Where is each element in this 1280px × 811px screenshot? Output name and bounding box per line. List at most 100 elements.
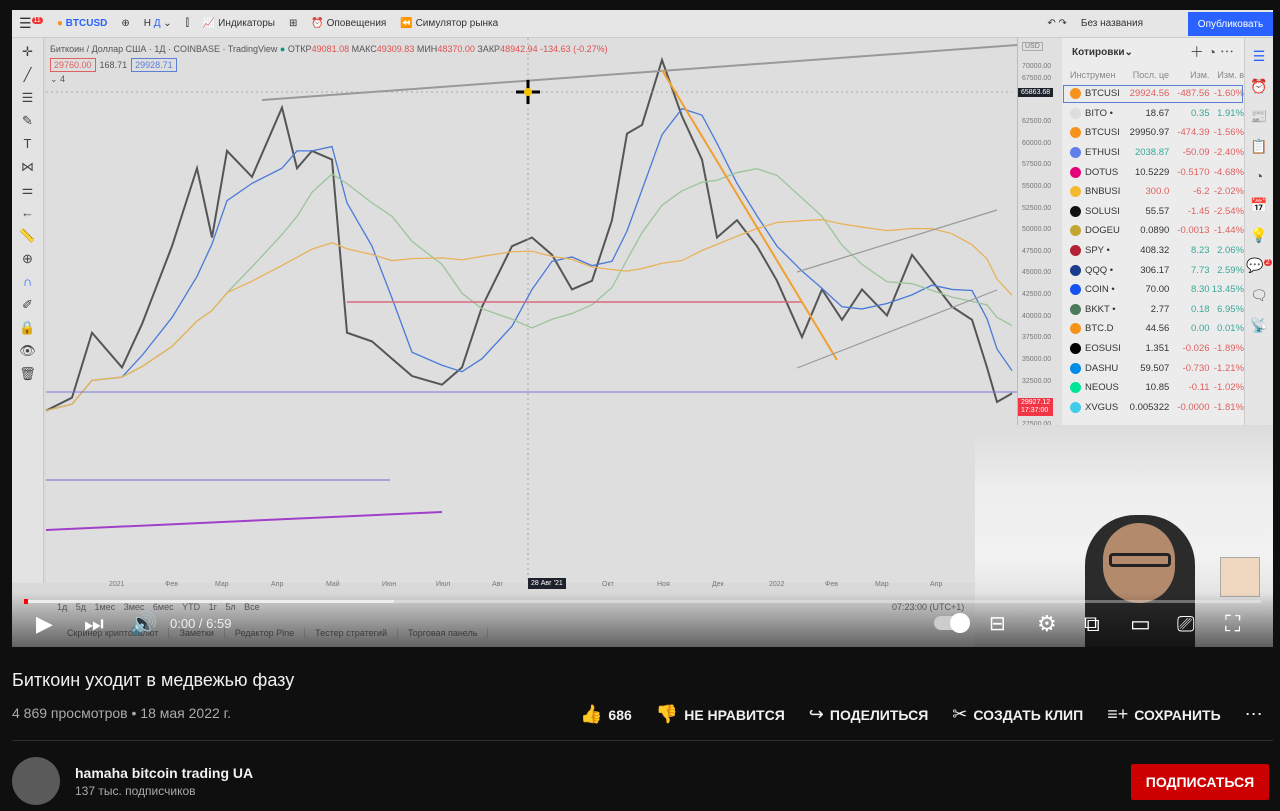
time-tick: Фев bbox=[165, 581, 178, 588]
settings-icon[interactable]: ⚙ bbox=[1037, 612, 1057, 636]
streams-icon[interactable]: 📡 bbox=[1250, 317, 1267, 334]
subscribe-button[interactable]: ПОДПИСАТЬСЯ bbox=[1131, 764, 1269, 800]
last-price: 59.507 bbox=[1140, 362, 1170, 374]
timezone[interactable]: 07:23:00 (UTC+1) bbox=[892, 602, 964, 612]
watchlist-row[interactable]: BTCUSI 29950.97 -474.39 -1.56% bbox=[1062, 123, 1244, 143]
more-button[interactable]: ⋯ bbox=[1245, 704, 1263, 725]
watchlist-row[interactable]: DASHU 59.507 -0.730 -1.21% bbox=[1062, 358, 1244, 378]
symbol: COIN • bbox=[1085, 284, 1115, 296]
sell-price[interactable]: 29760.00 bbox=[50, 58, 96, 72]
next-icon[interactable]: ⏭ bbox=[84, 612, 104, 636]
price-chart[interactable] bbox=[12, 10, 1017, 585]
save-button[interactable]: ≡+ СОХРАНИТЬ bbox=[1107, 704, 1220, 725]
change: -487.56 bbox=[1177, 88, 1210, 100]
watchlist-row[interactable]: BTC.D 44.56 0.00 0.01% bbox=[1062, 319, 1244, 339]
watchlist-column-header[interactable]: Изм. bbox=[1169, 70, 1209, 80]
change: 8.30 bbox=[1191, 284, 1210, 296]
watchlist-row[interactable]: SPY • 408.32 8.23 2.06% bbox=[1062, 241, 1244, 261]
cast-icon[interactable]: ⎚ bbox=[1177, 612, 1195, 636]
watchlist-row[interactable]: NEOUS 10.85 -0.11 -1.02% bbox=[1062, 378, 1244, 398]
last-price-label: 29927.12 17:37:00 bbox=[1018, 397, 1054, 416]
alarm-icon[interactable]: ⏰ bbox=[1250, 78, 1267, 95]
watchlist-row[interactable]: BTCUSI 29924.56 -487.56 -1.60% bbox=[1062, 84, 1244, 104]
undo-icon[interactable]: ↶ ↷ bbox=[1047, 18, 1067, 29]
chat-icon[interactable]: 💬 2 bbox=[1246, 257, 1272, 274]
symbol-logo-icon bbox=[1070, 323, 1081, 335]
share-button[interactable]: ↪ ПОДЕЛИТЬСЯ bbox=[809, 704, 929, 725]
change: 0.35 bbox=[1191, 107, 1210, 119]
watchlist-row[interactable]: DOTUS 10.5229 -0.5170 -4.68% bbox=[1062, 162, 1244, 182]
watchlist-row[interactable]: ETHUSI 2038.87 -50.09 -2.40% bbox=[1062, 143, 1244, 163]
playlist-add-icon: ≡+ bbox=[1107, 704, 1129, 724]
last-price: 0.005322 bbox=[1129, 401, 1170, 413]
layout-name[interactable]: Без названия bbox=[1081, 18, 1143, 29]
watchlist-row[interactable]: DOGEU 0.0890 -0.0013 -1.44% bbox=[1062, 221, 1244, 241]
watchlist-title[interactable]: Котировки bbox=[1072, 47, 1125, 58]
watchlist-row[interactable]: BITO • 18.67 0.35 1.91% bbox=[1062, 104, 1244, 124]
dislike-button[interactable]: 👎 НЕ НРАВИТСЯ bbox=[656, 704, 785, 725]
thumb-down-icon: 👎 bbox=[655, 704, 679, 724]
watchlist-row[interactable]: SOLUSI 55.57 -1.45 -2.54% bbox=[1062, 202, 1244, 222]
watchlist-row[interactable]: BKKT • 2.77 0.18 6.95% bbox=[1062, 300, 1244, 320]
chat2-icon[interactable]: 🗨 bbox=[1250, 287, 1268, 304]
time-tick: Июл bbox=[436, 581, 451, 588]
news-icon[interactable]: 📰 bbox=[1250, 108, 1267, 125]
calendar-icon[interactable]: 📅 bbox=[1250, 197, 1267, 214]
symbol: BTCUSI bbox=[1085, 127, 1120, 139]
divider bbox=[12, 740, 1273, 741]
symbol: DASHU bbox=[1085, 362, 1119, 374]
price-tick: 42500.00 bbox=[1022, 291, 1052, 299]
subtitles-icon[interactable]: ⊟ bbox=[989, 612, 1006, 636]
channel-name[interactable]: hamaha bitcoin trading UA bbox=[75, 765, 253, 781]
add-icon[interactable]: ＋ ◔ ⋯ bbox=[1190, 42, 1234, 62]
time-axis[interactable]: 2021 Фев Мар Апр Май Июн Июл Авг 28 Авг '21 Окт Но… bbox=[46, 575, 1017, 593]
watchlist-column-header[interactable]: Посл. це bbox=[1127, 70, 1169, 80]
lightbulb-icon[interactable]: 💡 bbox=[1250, 227, 1267, 244]
symbol-logo-icon bbox=[1070, 166, 1081, 178]
watchlist-icon[interactable]: ☰ bbox=[1253, 48, 1266, 65]
miniplayer-icon[interactable]: ⧉ bbox=[1084, 612, 1100, 636]
last-price: 408.32 bbox=[1140, 245, 1170, 257]
last-price: 2.77 bbox=[1150, 303, 1170, 315]
watchlist-row[interactable]: QQQ • 306.17 7.73 2.59% bbox=[1062, 260, 1244, 280]
last-price: 29924.56 bbox=[1129, 88, 1170, 100]
fullscreen-icon[interactable]: ⛶ bbox=[1225, 612, 1240, 636]
like-button[interactable]: 👍 686 bbox=[580, 704, 632, 725]
watchlist-column-header[interactable]: Изм. в bbox=[1209, 70, 1244, 80]
thumb-up-icon: 👍 bbox=[580, 704, 603, 724]
video-actions: 👍 686 👎 НЕ НРАВИТСЯ ↪ ПОДЕЛИТЬСЯ ✂ СОЗДАТЬ К… bbox=[580, 704, 1280, 725]
currency-label[interactable]: USD bbox=[1022, 42, 1043, 51]
change: 0.18 bbox=[1191, 303, 1210, 315]
clip-button[interactable]: ✂ СОЗДАТЬ КЛИП bbox=[952, 704, 1083, 725]
change-percent: 6.95% bbox=[1217, 303, 1244, 315]
channel-avatar[interactable] bbox=[12, 757, 60, 805]
change-percent: 13.45% bbox=[1211, 284, 1244, 296]
theater-icon[interactable]: ▭ bbox=[1130, 612, 1151, 636]
buy-price[interactable]: 29928.71 bbox=[131, 58, 177, 72]
symbol: DOGEU bbox=[1085, 225, 1120, 237]
publish-button[interactable]: Опубликовать bbox=[1188, 12, 1273, 36]
volume-icon[interactable]: 🔊 bbox=[130, 612, 157, 636]
watchlist-column-header[interactable]: Инструмен bbox=[1070, 70, 1127, 80]
watchlist-row[interactable]: EOSUSI 1.351 -0.026 -1.89% bbox=[1062, 339, 1244, 359]
play-icon[interactable]: ▶ bbox=[36, 612, 53, 636]
date-ranges[interactable]: 1д 5д 1мес 3мес 6мес YTD 1г 5л Все bbox=[57, 602, 260, 612]
autoplay-toggle[interactable] bbox=[934, 613, 970, 633]
watchlist-row[interactable]: BNBUSI 300.0 -6.2 -2.02% bbox=[1062, 182, 1244, 202]
price-tick: 57500.00 bbox=[1022, 161, 1052, 169]
video-player[interactable]: ☰ 11 ● BTCUSD ⊕ Н Д ⌄ ⫿ 📈 Индикаторы ⊞ ⏰ … bbox=[12, 10, 1273, 647]
symbol: BTCUSI bbox=[1085, 88, 1120, 100]
ideas-icon[interactable]: 📋 bbox=[1250, 138, 1267, 155]
symbol-logo-icon bbox=[1070, 107, 1081, 119]
time-tick: Ноя bbox=[657, 581, 670, 588]
symbol-logo-icon bbox=[1070, 88, 1081, 100]
watchlist-row[interactable]: XVGUS 0.005322 -0.0000 -1.81% bbox=[1062, 398, 1244, 418]
hotlist-icon[interactable]: ◔ bbox=[1255, 168, 1263, 184]
symbol-logo-icon bbox=[1070, 284, 1081, 296]
change-percent: 2.59% bbox=[1217, 264, 1244, 276]
price-tick: 50000.00 bbox=[1022, 226, 1052, 234]
price-tick: 55000.00 bbox=[1022, 182, 1052, 190]
price-tick: 60000.00 bbox=[1022, 139, 1052, 147]
last-price: 29950.97 bbox=[1129, 127, 1170, 139]
watchlist-row[interactable]: COIN • 70.00 8.30 13.45% bbox=[1062, 280, 1244, 300]
